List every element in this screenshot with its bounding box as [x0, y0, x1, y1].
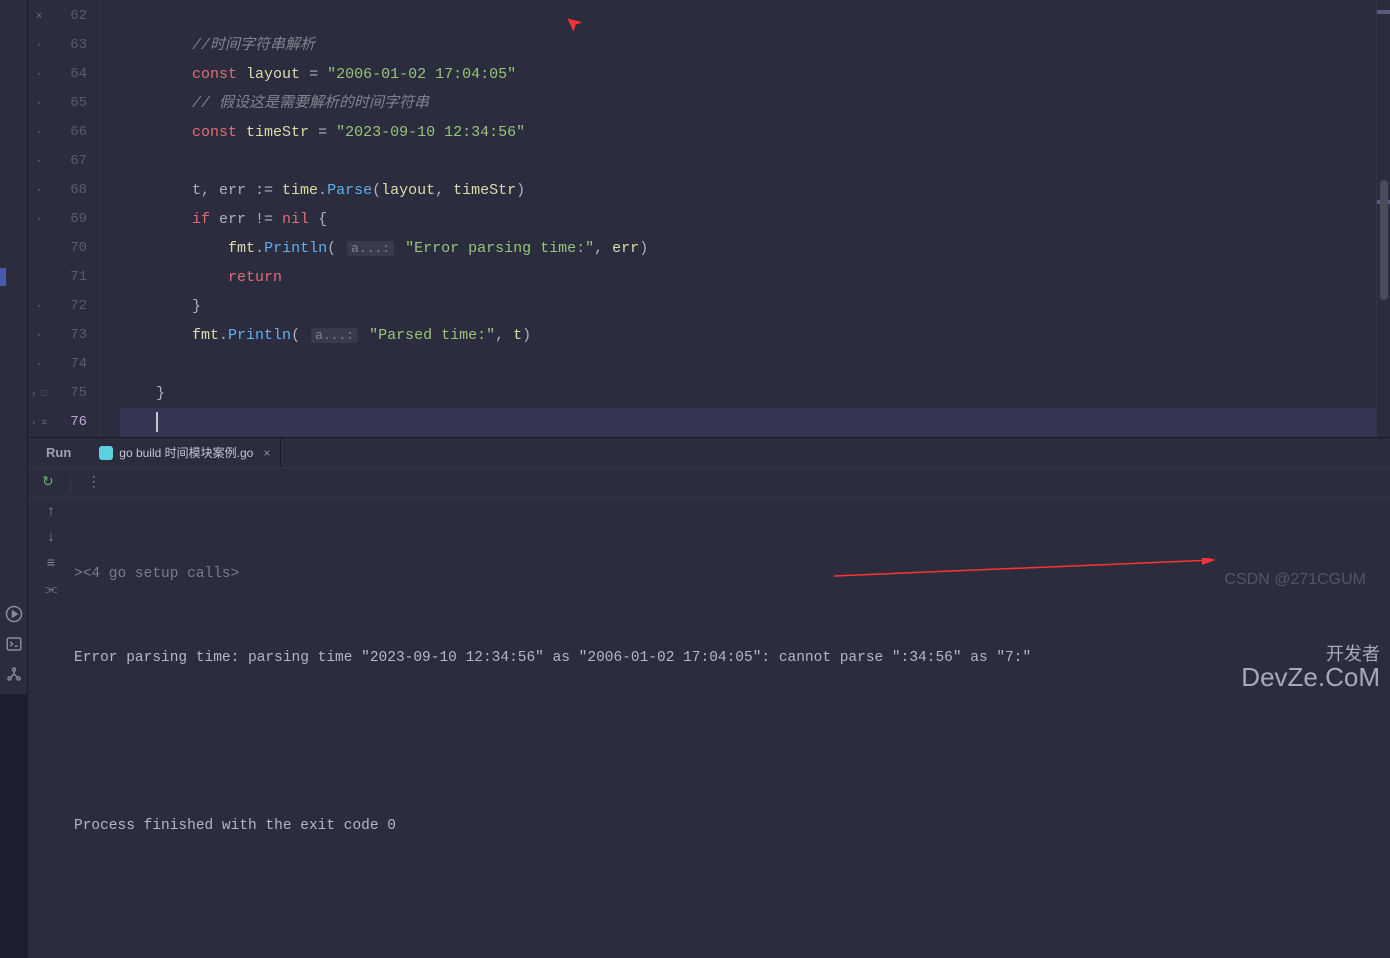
- fold-marker[interactable]: ×: [28, 2, 50, 31]
- console-output[interactable]: ><4 go setup calls> Error parsing time: …: [74, 498, 1390, 958]
- run-panel: Run go build 时间模块案例.go × ↻ ⋮ ↑ ↓ ≡ ⫘ ><4…: [28, 437, 1390, 958]
- line-number[interactable]: 70: [50, 234, 87, 263]
- code-line[interactable]: // 假设这是需要解析的时间字符串: [120, 89, 1376, 118]
- console-gutter: ↑ ↓ ≡ ⫘: [28, 498, 74, 958]
- line-number[interactable]: 63: [50, 31, 87, 60]
- fold-marker[interactable]: › □: [28, 379, 50, 408]
- code-line[interactable]: if err != nil {: [120, 205, 1376, 234]
- line-number[interactable]: 76: [50, 408, 87, 437]
- line-number-gutter: 62 63 64 65 66 67 68 69 70 71 72 73 74 7…: [50, 0, 100, 437]
- code-line[interactable]: const timeStr = "2023-09-10 12:34:56": [120, 118, 1376, 147]
- go-icon: [99, 446, 113, 460]
- run-toolbar: ↻ ⋮: [28, 468, 1390, 498]
- scrollbar-thumb[interactable]: [1380, 180, 1388, 300]
- line-number[interactable]: 75: [50, 379, 87, 408]
- code-line[interactable]: return: [120, 263, 1376, 292]
- console-line: [74, 728, 1390, 756]
- git-icon[interactable]: [4, 664, 24, 684]
- fold-gutter: × · · · · · · · · · · › □ › ≡: [28, 0, 50, 437]
- rerun-icon[interactable]: ↻: [42, 474, 54, 491]
- line-number[interactable]: 73: [50, 321, 87, 350]
- line-number[interactable]: 64: [50, 60, 87, 89]
- code-line[interactable]: [120, 350, 1376, 379]
- panel-tabs: Run go build 时间模块案例.go ×: [28, 438, 1390, 468]
- line-number[interactable]: 66: [50, 118, 87, 147]
- terminal-icon[interactable]: [4, 634, 24, 654]
- line-number[interactable]: 67: [50, 147, 87, 176]
- console-area: ↑ ↓ ≡ ⫘ ><4 go setup calls> Error parsin…: [28, 498, 1390, 958]
- parameter-hint: a...:: [347, 241, 394, 256]
- play-circle-icon[interactable]: [4, 604, 24, 624]
- code-line[interactable]: t, err := time.Parse(layout, timeStr): [120, 176, 1376, 205]
- scroll-up-icon[interactable]: ↑: [47, 504, 55, 520]
- console-line: Process finished with the exit code 0: [74, 812, 1390, 840]
- line-number[interactable]: 65: [50, 89, 87, 118]
- line-number[interactable]: 71: [50, 263, 87, 292]
- code-editor-container: × · · · · · · · · · · › □ › ≡ 62 63 64 6…: [28, 0, 1390, 437]
- code-line[interactable]: //时间字符串解析: [120, 31, 1376, 60]
- code-line[interactable]: fmt.Println( a...: "Error parsing time:"…: [120, 234, 1376, 263]
- run-tab-label[interactable]: Run: [28, 438, 89, 467]
- left-tool-sidebar: [0, 0, 28, 694]
- fold-marker[interactable]: › ≡: [28, 408, 50, 437]
- line-number[interactable]: 69: [50, 205, 87, 234]
- console-line: ><4 go setup calls>: [74, 560, 1390, 588]
- minimap-marker: [1377, 10, 1390, 14]
- more-icon[interactable]: ⋮: [87, 474, 101, 491]
- code-line[interactable]: }: [120, 379, 1376, 408]
- run-config-tab[interactable]: go build 时间模块案例.go ×: [89, 438, 281, 467]
- code-line[interactable]: }: [120, 292, 1376, 321]
- scroll-down-icon[interactable]: ↓: [47, 530, 55, 546]
- code-line[interactable]: [120, 408, 1376, 437]
- filter-icon[interactable]: ⫘: [45, 582, 58, 598]
- line-number[interactable]: 62: [50, 2, 87, 31]
- code-line[interactable]: const layout = "2006-01-02 17:04:05": [120, 60, 1376, 89]
- console-line: Error parsing time: parsing time "2023-0…: [74, 644, 1390, 672]
- code-line[interactable]: [120, 147, 1376, 176]
- code-line[interactable]: [120, 2, 1376, 31]
- wrap-text-icon[interactable]: ≡: [47, 556, 55, 572]
- line-number[interactable]: 74: [50, 350, 87, 379]
- main-area: × · · · · · · · · · · › □ › ≡ 62 63 64 6…: [28, 0, 1390, 694]
- text-cursor: [156, 412, 158, 432]
- editor-scrollbar[interactable]: [1376, 0, 1390, 437]
- code-line[interactable]: fmt.Println( a...: "Parsed time:", t): [120, 321, 1376, 350]
- separator: [70, 474, 71, 492]
- code-editor[interactable]: ➤ //时间字符串解析 const layout = "2006-01-02 1…: [100, 0, 1376, 437]
- run-config-name: go build 时间模块案例.go: [119, 444, 253, 461]
- close-tab-icon[interactable]: ×: [263, 446, 270, 460]
- selection-indicator: [0, 268, 6, 286]
- line-number[interactable]: 72: [50, 292, 87, 321]
- parameter-hint: a...:: [311, 328, 358, 343]
- line-number[interactable]: 68: [50, 176, 87, 205]
